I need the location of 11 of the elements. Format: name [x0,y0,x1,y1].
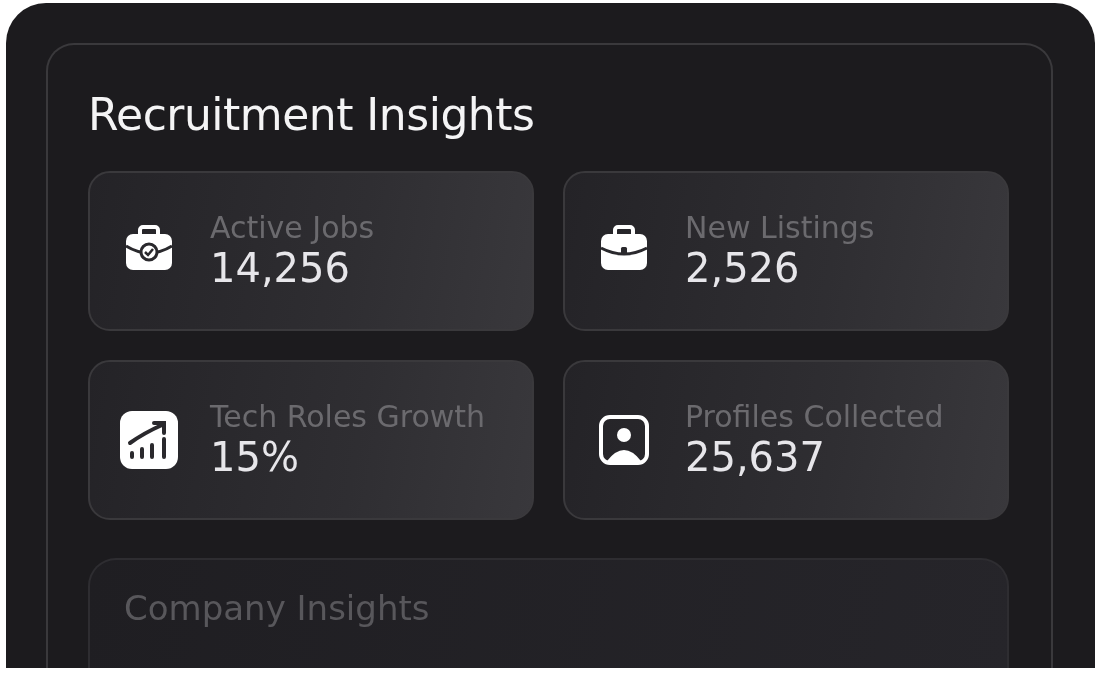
stat-label: Tech Roles Growth [210,399,486,433]
growth-chart-icon [118,409,180,471]
stat-value: 15% [210,432,300,481]
panel-title: Recruitment Insights [88,93,536,137]
stat-value: 25,637 [685,432,826,481]
card-title: Company Insights [124,590,431,628]
stat-label: Profiles Collected [685,399,944,433]
stat-value: 14,256 [210,244,351,292]
stat-label: New Listings [685,210,875,244]
stat-value: 2,526 [685,244,801,292]
stat-label: Active Jobs [210,210,375,244]
